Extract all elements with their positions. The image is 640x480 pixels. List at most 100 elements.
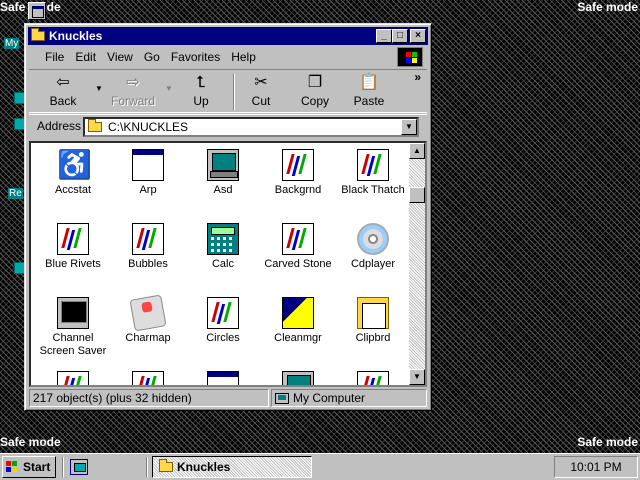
forward-dropdown-icon[interactable]: ▼	[165, 84, 173, 93]
file-item[interactable]: Asd	[185, 149, 261, 197]
file-item[interactable]: ♿ Accstat	[35, 149, 111, 197]
folder-icon	[159, 459, 173, 472]
vertical-scrollbar[interactable]: ▲ ▼	[409, 143, 425, 385]
file-item[interactable]: Carved Stone	[260, 223, 336, 271]
menu-file[interactable]: File	[45, 50, 64, 64]
theme-icon	[282, 223, 314, 255]
up-button[interactable]: ⮤ Up	[173, 74, 229, 108]
application-icon	[207, 371, 239, 385]
file-item-partial[interactable]	[110, 371, 186, 385]
theme-icon	[207, 297, 239, 329]
menu-go[interactable]: Go	[144, 50, 160, 64]
computer-icon	[207, 149, 239, 181]
cleanup-icon	[282, 297, 314, 329]
file-item[interactable]: Black Thatch	[335, 149, 411, 197]
cut-label: Cut	[251, 94, 271, 108]
address-input[interactable]: C:\KNUCKLES ▼	[83, 117, 419, 137]
scroll-thumb[interactable]	[409, 187, 425, 203]
clock[interactable]: 10:01 PM	[570, 460, 621, 474]
maximize-button[interactable]: □	[392, 29, 408, 43]
status-object-count: 217 object(s) (plus 32 hidden)	[29, 389, 269, 407]
scroll-up-arrow-icon[interactable]: ▲	[409, 143, 425, 159]
close-button[interactable]: ×	[410, 29, 426, 43]
file-item[interactable]: Circles	[185, 297, 261, 345]
title-bar[interactable]: Knuckles _ □ ×	[28, 27, 428, 45]
folder-icon	[31, 28, 45, 41]
taskbar-button-knuckles[interactable]: Knuckles	[152, 456, 312, 478]
calculator-icon	[207, 223, 239, 255]
file-view[interactable]: ♿ Accstat Arp Asd Backgrnd Black Thatch	[29, 141, 427, 387]
cut-button[interactable]: ✂ Cut	[233, 74, 289, 108]
safe-mode-label-bottom-right: Safe mode	[577, 435, 638, 449]
file-name: Charmap	[125, 332, 171, 344]
file-item[interactable]: Channel Screen Saver	[35, 297, 111, 358]
quick-launch-desktop-icon[interactable]	[70, 459, 88, 475]
theme-icon	[357, 371, 389, 385]
file-item[interactable]: Bubbles	[110, 223, 186, 271]
menu-help[interactable]: Help	[231, 50, 256, 64]
file-item[interactable]: Clipbrd	[335, 297, 411, 345]
file-name: Channel Screen Saver	[39, 332, 107, 357]
file-item[interactable]: Arp	[110, 149, 186, 197]
window-title: Knuckles	[49, 29, 103, 43]
standard-toolbar: ⇦ Back ▼ ⇨ Forward ▼ ⮤ Up ✂ Cut ❐ Copy 📋…	[29, 69, 427, 113]
copy-icon: ❐	[307, 74, 323, 91]
theme-icon	[357, 149, 389, 181]
start-button[interactable]: Start	[2, 456, 56, 478]
safe-mode-label-top-right: Safe mode	[577, 0, 638, 14]
file-name: Blue Rivets	[45, 258, 101, 270]
forward-button[interactable]: ⇨ Forward	[105, 74, 161, 108]
scissors-icon: ✂	[254, 74, 268, 91]
theme-icon	[57, 371, 89, 385]
desktop-icon-label-recycle-bin[interactable]: Re	[8, 188, 23, 199]
start-label: Start	[23, 460, 51, 474]
copy-button[interactable]: ❐ Copy	[287, 74, 343, 108]
file-item-partial[interactable]	[35, 371, 111, 385]
file-name: Circles	[206, 332, 240, 344]
desktop-icon-label-my-computer[interactable]: My	[4, 38, 20, 49]
toolbar-more-chevron-icon[interactable]: »	[414, 70, 421, 84]
windows-logo-icon	[397, 47, 423, 67]
file-name: Backgrnd	[274, 184, 322, 196]
menu-edit[interactable]: Edit	[75, 50, 96, 64]
menu-favorites[interactable]: Favorites	[171, 50, 220, 64]
file-item-partial[interactable]	[335, 371, 411, 385]
file-item[interactable]: Cdplayer	[335, 223, 411, 271]
file-icon-grid: ♿ Accstat Arp Asd Backgrnd Black Thatch	[31, 143, 411, 385]
scroll-down-arrow-icon[interactable]: ▼	[409, 369, 425, 385]
file-name: Cleanmgr	[274, 332, 322, 344]
file-item[interactable]: Charmap	[110, 294, 186, 345]
file-name: Accstat	[54, 184, 92, 196]
taskbar-separator	[146, 457, 148, 477]
paste-label: Paste	[353, 94, 385, 108]
back-dropdown-icon[interactable]: ▼	[95, 84, 103, 93]
file-item[interactable]: Calc	[185, 223, 261, 271]
minimized-window-icon[interactable]	[28, 2, 46, 20]
menu-bar: File Edit View Go Favorites Help	[29, 47, 427, 67]
menu-view[interactable]: View	[107, 50, 133, 64]
file-item-partial[interactable]	[185, 371, 261, 385]
status-location-label: My Computer	[293, 391, 366, 405]
back-button[interactable]: ⇦ Back	[35, 74, 91, 108]
address-dropdown-icon[interactable]: ▼	[401, 119, 417, 135]
file-name: Black Thatch	[341, 184, 405, 196]
file-item-partial[interactable]	[260, 371, 336, 385]
cd-icon	[357, 223, 389, 255]
accessibility-icon: ♿	[57, 149, 92, 180]
minimize-button[interactable]: _	[376, 29, 392, 43]
file-name: Clipbrd	[355, 332, 391, 344]
file-item[interactable]: Cleanmgr	[260, 297, 336, 345]
folder-icon	[88, 119, 102, 132]
address-value: C:\KNUCKLES	[108, 120, 189, 134]
file-item[interactable]: Blue Rivets	[35, 223, 111, 271]
paste-button[interactable]: 📋 Paste	[341, 74, 397, 108]
file-item[interactable]: Backgrnd	[260, 149, 336, 197]
theme-icon	[57, 223, 89, 255]
up-label: Up	[193, 94, 209, 108]
taskbar: Start Knuckles 10:01 PM	[0, 453, 640, 480]
windows-logo-icon	[6, 461, 20, 473]
taskbar-separator	[62, 457, 64, 477]
computer-icon	[282, 371, 314, 385]
back-label: Back	[49, 94, 77, 108]
status-location: My Computer	[271, 389, 427, 407]
